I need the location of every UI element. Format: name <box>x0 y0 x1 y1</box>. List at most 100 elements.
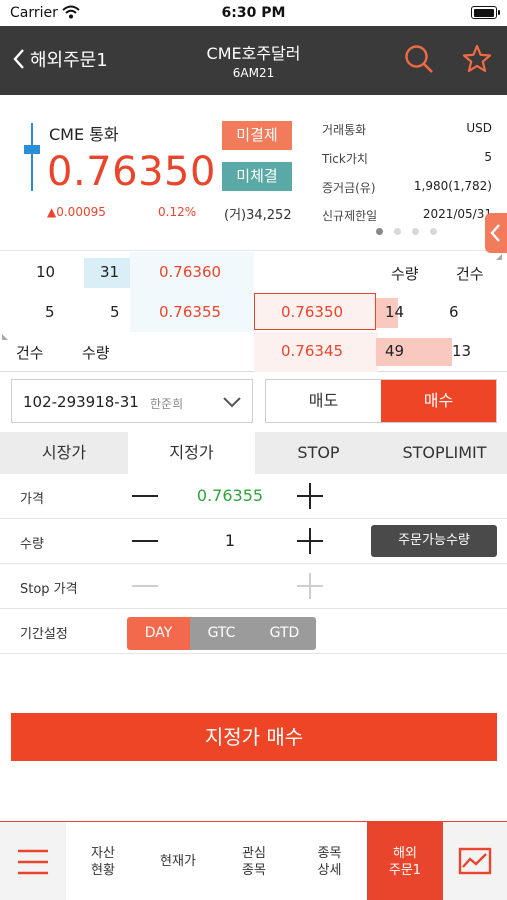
bid-qty: 14 <box>385 303 405 321</box>
search-icon[interactable] <box>404 44 434 78</box>
page-subtitle: 6AM21 <box>232 66 275 80</box>
quantity-label: 수량 <box>20 537 44 552</box>
tab-watchlist[interactable]: 관심 종목 <box>216 822 292 900</box>
page-dot[interactable] <box>394 228 401 235</box>
info-label: Tick가치 <box>322 152 368 166</box>
stop-decrement-button <box>132 585 158 587</box>
market-name: CME 통화 <box>49 125 119 144</box>
quantity-input[interactable]: 1 <box>160 531 300 550</box>
footer-count: 건수 <box>16 344 44 362</box>
submit-order-button[interactable]: 지정가 매수 <box>11 713 497 761</box>
tab-stoplimit[interactable]: STOPLIMIT <box>382 432 507 474</box>
ask-count: 5 <box>45 303 55 321</box>
stop-price-label: Stop 가격 <box>20 582 78 597</box>
period-label: 기간설정 <box>20 627 68 642</box>
menu-icon <box>18 849 48 874</box>
star-icon[interactable] <box>462 44 492 78</box>
tab-label: 종목 <box>317 845 342 861</box>
available-quantity-button[interactable]: 주문가능수량 <box>371 525 497 557</box>
quantity-increment-button[interactable] <box>297 528 323 554</box>
bid-price[interactable]: 0.76350 <box>281 303 343 321</box>
bid-count: 13 <box>452 342 472 360</box>
account-select[interactable]: 102-293918-31 한준희 <box>11 379 253 423</box>
ask-count: 10 <box>36 263 56 281</box>
info-label: 거래통화 <box>322 123 367 137</box>
tab-limit[interactable]: 지정가 <box>128 432 255 474</box>
tab-symbol-detail[interactable]: 종목 상세 <box>292 822 367 900</box>
page-dot[interactable] <box>412 228 419 235</box>
order-book: 10 31 0.76360 수량 건수 5 5 0.76355 0.76350 … <box>0 252 507 372</box>
period-row: 기간설정 DAY GTC GTD <box>0 609 507 654</box>
page-dot[interactable] <box>430 228 437 235</box>
bid-price[interactable]: 0.76345 <box>281 342 343 360</box>
bottom-tab-bar: 자산 현황 현재가 관심 종목 종목 상세 해외 주문1 <box>0 821 507 900</box>
quantity-decrement-button[interactable] <box>132 540 158 542</box>
side-toggle: 매도 매수 <box>265 379 497 423</box>
tab-label: 해외 <box>393 845 417 861</box>
buy-tab[interactable]: 매수 <box>381 380 496 422</box>
stop-price-row: Stop 가격 <box>0 564 507 609</box>
unsettled-button[interactable]: 미결제 <box>222 121 292 150</box>
tab-label: 관심 <box>242 845 266 861</box>
tab-market[interactable]: 시장가 <box>0 432 128 474</box>
order-type-tabs: 시장가 지정가 STOP STOPLIMIT <box>0 432 507 474</box>
app-header: 해외주문1 CME호주달러 6AM21 <box>0 26 507 95</box>
account-holder: 한준희 <box>150 397 184 411</box>
page-dot[interactable] <box>376 228 383 235</box>
tab-assets[interactable]: 자산 현황 <box>66 822 140 900</box>
page-title: CME호주달러 <box>206 44 301 63</box>
battery-level <box>473 8 494 17</box>
ask-price[interactable]: 0.76355 <box>159 303 221 321</box>
bid-count: 6 <box>449 303 459 321</box>
price-label: 가격 <box>20 492 44 507</box>
info-value: 1,980(1,782) <box>413 179 492 193</box>
chevron-down-icon <box>222 394 242 413</box>
price-decrement-button[interactable] <box>132 495 158 497</box>
tab-current-price[interactable]: 현재가 <box>140 822 216 900</box>
period-gtd[interactable]: GTD <box>253 617 316 650</box>
info-label: 증거금(유) <box>322 181 376 195</box>
info-value: 2021/05/31 <box>422 207 492 221</box>
candle-body <box>24 145 40 154</box>
header-qty: 수량 <box>391 265 419 283</box>
sell-tab[interactable]: 매도 <box>266 380 381 422</box>
quantity-row: 수량 1 주문가능수량 <box>0 519 507 564</box>
back-button[interactable]: 해외주문1 <box>12 46 108 72</box>
price-input[interactable]: 0.76355 <box>160 486 300 505</box>
collapse-arrow-icon <box>490 224 500 242</box>
price-change: ▲0.00095 <box>47 205 106 219</box>
tab-label: 현황 <box>91 862 115 878</box>
unfilled-button[interactable]: 미체결 <box>222 162 292 191</box>
tab-stop[interactable]: STOP <box>255 432 382 474</box>
current-price: 0.76350 <box>47 149 216 195</box>
footer-qty: 수량 <box>82 344 110 362</box>
corner-marker <box>2 334 8 340</box>
tab-label: 상세 <box>317 862 342 878</box>
price-change-pct: 0.12% <box>158 205 197 219</box>
menu-button[interactable] <box>0 822 66 900</box>
info-value: 5 <box>484 150 492 164</box>
price-increment-button[interactable] <box>297 483 323 509</box>
clock: 6:30 PM <box>221 5 286 21</box>
chart-icon <box>458 847 492 874</box>
instrument-title[interactable]: CME호주달러 6AM21 <box>130 40 377 80</box>
price-row: 가격 0.76355 <box>0 474 507 519</box>
corner-marker <box>496 254 502 260</box>
period-day[interactable]: DAY <box>127 617 190 650</box>
period-gtc[interactable]: GTC <box>190 617 253 650</box>
chart-button[interactable] <box>443 822 507 900</box>
volume: (거)34,252 <box>224 208 292 223</box>
header-count: 건수 <box>456 265 484 283</box>
side-panel-toggle[interactable] <box>485 213 507 253</box>
tab-label: 주문1 <box>388 862 422 878</box>
ask-qty: 31 <box>100 263 120 281</box>
candle-icon <box>31 123 33 191</box>
battery-icon <box>471 6 500 19</box>
info-value: USD <box>466 121 492 135</box>
page-indicator[interactable] <box>376 228 437 235</box>
status-bar: Carrier 6:30 PM <box>0 0 507 26</box>
info-label: 신규제한일 <box>322 209 378 223</box>
ask-price[interactable]: 0.76360 <box>159 263 221 281</box>
tab-label: 현재가 <box>160 854 196 869</box>
tab-overseas-order[interactable]: 해외 주문1 <box>367 822 443 900</box>
